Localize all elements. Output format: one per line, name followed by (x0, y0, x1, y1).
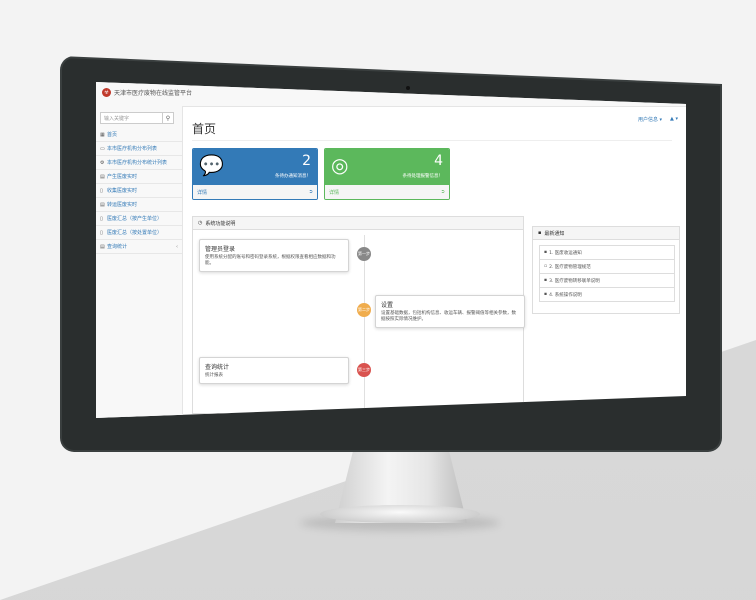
brand-title: 天津市医疗废物在线监管平台 (114, 90, 193, 97)
comments-icon: 💬 (199, 153, 224, 177)
messages-panel: 💬 2 条待办通知消息！ 详情 ➲ (192, 148, 318, 200)
sidebar-menu: ▦ 首页 ▭ 本市医疗机构分布列表 ⚙ 本市医疗机构分布统计列表 ▤ 产生医废实时 ▯ 收… (96, 128, 182, 254)
camera-icon (406, 86, 410, 90)
file-icon: ▪ (544, 292, 548, 297)
sidebar-item-generated[interactable]: ▤ 产生医废实时 (96, 170, 182, 184)
sidebar-item-institution-stats[interactable]: ⚙ 本市医疗机构分布统计列表 (96, 156, 182, 170)
timeline-card: 查询统计 统计报表 (199, 357, 349, 384)
file-icon: ▯ (100, 215, 103, 222)
arrow-circle-right-icon: ➲ (440, 189, 445, 195)
search-input[interactable]: 输入关键字 (101, 115, 162, 122)
file-icon: ▪ (544, 278, 548, 283)
timeline-badge: 第一步 (357, 247, 371, 261)
timeline-badge: 第三步 (357, 363, 371, 377)
alerts-label: 条待处理报警信息！ (402, 174, 444, 179)
sidebar-item-query[interactable]: ▤ 查询统计 ‹ (96, 240, 182, 254)
life-ring-icon: ◎ (331, 153, 349, 177)
clock-icon: ◷ (198, 220, 203, 226)
notice-item[interactable]: ▪ 4. 系统操作说明 (540, 288, 674, 301)
notice-item[interactable]: ▪ 1. 医废收运通知 (540, 246, 674, 260)
timeline-badge: 第二步 (357, 303, 371, 317)
messages-details-link[interactable]: 详情 ➲ (193, 185, 317, 199)
messages-label: 条待办通知消息！ (275, 174, 311, 179)
alerts-count: 4 (434, 153, 443, 169)
sidebar-item-home[interactable]: ▦ 首页 (96, 128, 182, 142)
notice-panel: ▪ 最新通知 ▪ 1. 医废收运通知 ▫ 2. 医疗废物管理规范 ▪ 3. 医疗废物转… (532, 226, 680, 314)
brand[interactable]: ☣ 天津市医疗废物在线监管平台 (102, 88, 192, 97)
gear-icon: ⚙ (100, 159, 105, 166)
timeline-line (364, 235, 365, 410)
file-icon: ▫ (544, 264, 548, 269)
alerts-details-link[interactable]: 详情 ➲ (325, 185, 449, 199)
notice-panel-header: ▪ 最新通知 (533, 227, 679, 240)
timeline-card: 管理员登录 使用系统分配的账号和密码登录系统，根据权限查看相应数据和功能。 (199, 239, 349, 272)
sidebar: 输入关键字 ⚲ ▦ 首页 ▭ 本市医疗机构分布列表 ⚙ 本市医疗机构分布统计列表 ▤ 产… (96, 106, 183, 418)
notice-item[interactable]: ▪ 3. 医疗废物转移联单说明 (540, 274, 674, 288)
page-title: 首页 (192, 122, 217, 136)
monitor-stand-base (320, 505, 480, 523)
title-divider (192, 140, 672, 141)
biohazard-icon: ☣ (102, 88, 111, 97)
timeline-card: 设置 设置基础数据，包括机构信息、收运车辆、报警阈值等相关参数，数据按照实际情况… (375, 295, 525, 328)
alerts-panel: ◎ 4 条待处理报警信息！ 详情 ➲ (324, 148, 450, 200)
notice-item[interactable]: ▫ 2. 医疗废物管理规范 (540, 260, 674, 274)
file-icon: ▤ (100, 243, 105, 250)
chevron-left-icon: ‹ (176, 243, 178, 250)
file-icon: ▯ (100, 187, 103, 194)
timeline-panel-header: ◷ 系统功能说明 (193, 217, 523, 230)
file-icon: ▪ (544, 250, 548, 255)
bell-icon: ▪ (538, 230, 542, 236)
calendar-icon: ▭ (100, 145, 105, 152)
file-icon: ▤ (100, 173, 105, 180)
sidebar-item-summary-disposer[interactable]: ▯ 医废汇总（按处置单位） (96, 226, 182, 240)
dashboard-icon: ▦ (100, 131, 105, 138)
sidebar-item-institution-list[interactable]: ▭ 本市医疗机构分布列表 (96, 142, 182, 156)
sidebar-item-summary-producer[interactable]: ▯ 医废汇总（按产生单位） (96, 212, 182, 226)
file-icon: ▤ (100, 201, 105, 208)
sidebar-item-collected[interactable]: ▯ 收集医废实时 (96, 184, 182, 198)
timeline-panel: ◷ 系统功能说明 管理员登录 使用系统分配的账号和密码登录系统，根据权限查看相应… (192, 216, 525, 414)
monitor-screen: ☣ 天津市医疗废物在线监管平台 用户信息 ▾ ▲ ▾ 输入关键字 ⚲ ▦ 首页 ▭… (96, 82, 686, 418)
messages-count: 2 (302, 153, 311, 169)
file-icon: ▯ (100, 229, 103, 236)
search-box: 输入关键字 ⚲ (100, 112, 174, 124)
notice-list: ▪ 1. 医废收运通知 ▫ 2. 医疗废物管理规范 ▪ 3. 医疗废物转移联单说明 ▪… (539, 245, 675, 302)
arrow-circle-right-icon: ➲ (308, 189, 313, 195)
sidebar-item-transported[interactable]: ▤ 转运医废实时 (96, 198, 182, 212)
search-icon[interactable]: ⚲ (162, 113, 173, 123)
main-content: 首页 💬 2 条待办通知消息！ 详情 ➲ ◎ 4 条待处理报警信息！ 详情 ➲ (182, 106, 686, 418)
